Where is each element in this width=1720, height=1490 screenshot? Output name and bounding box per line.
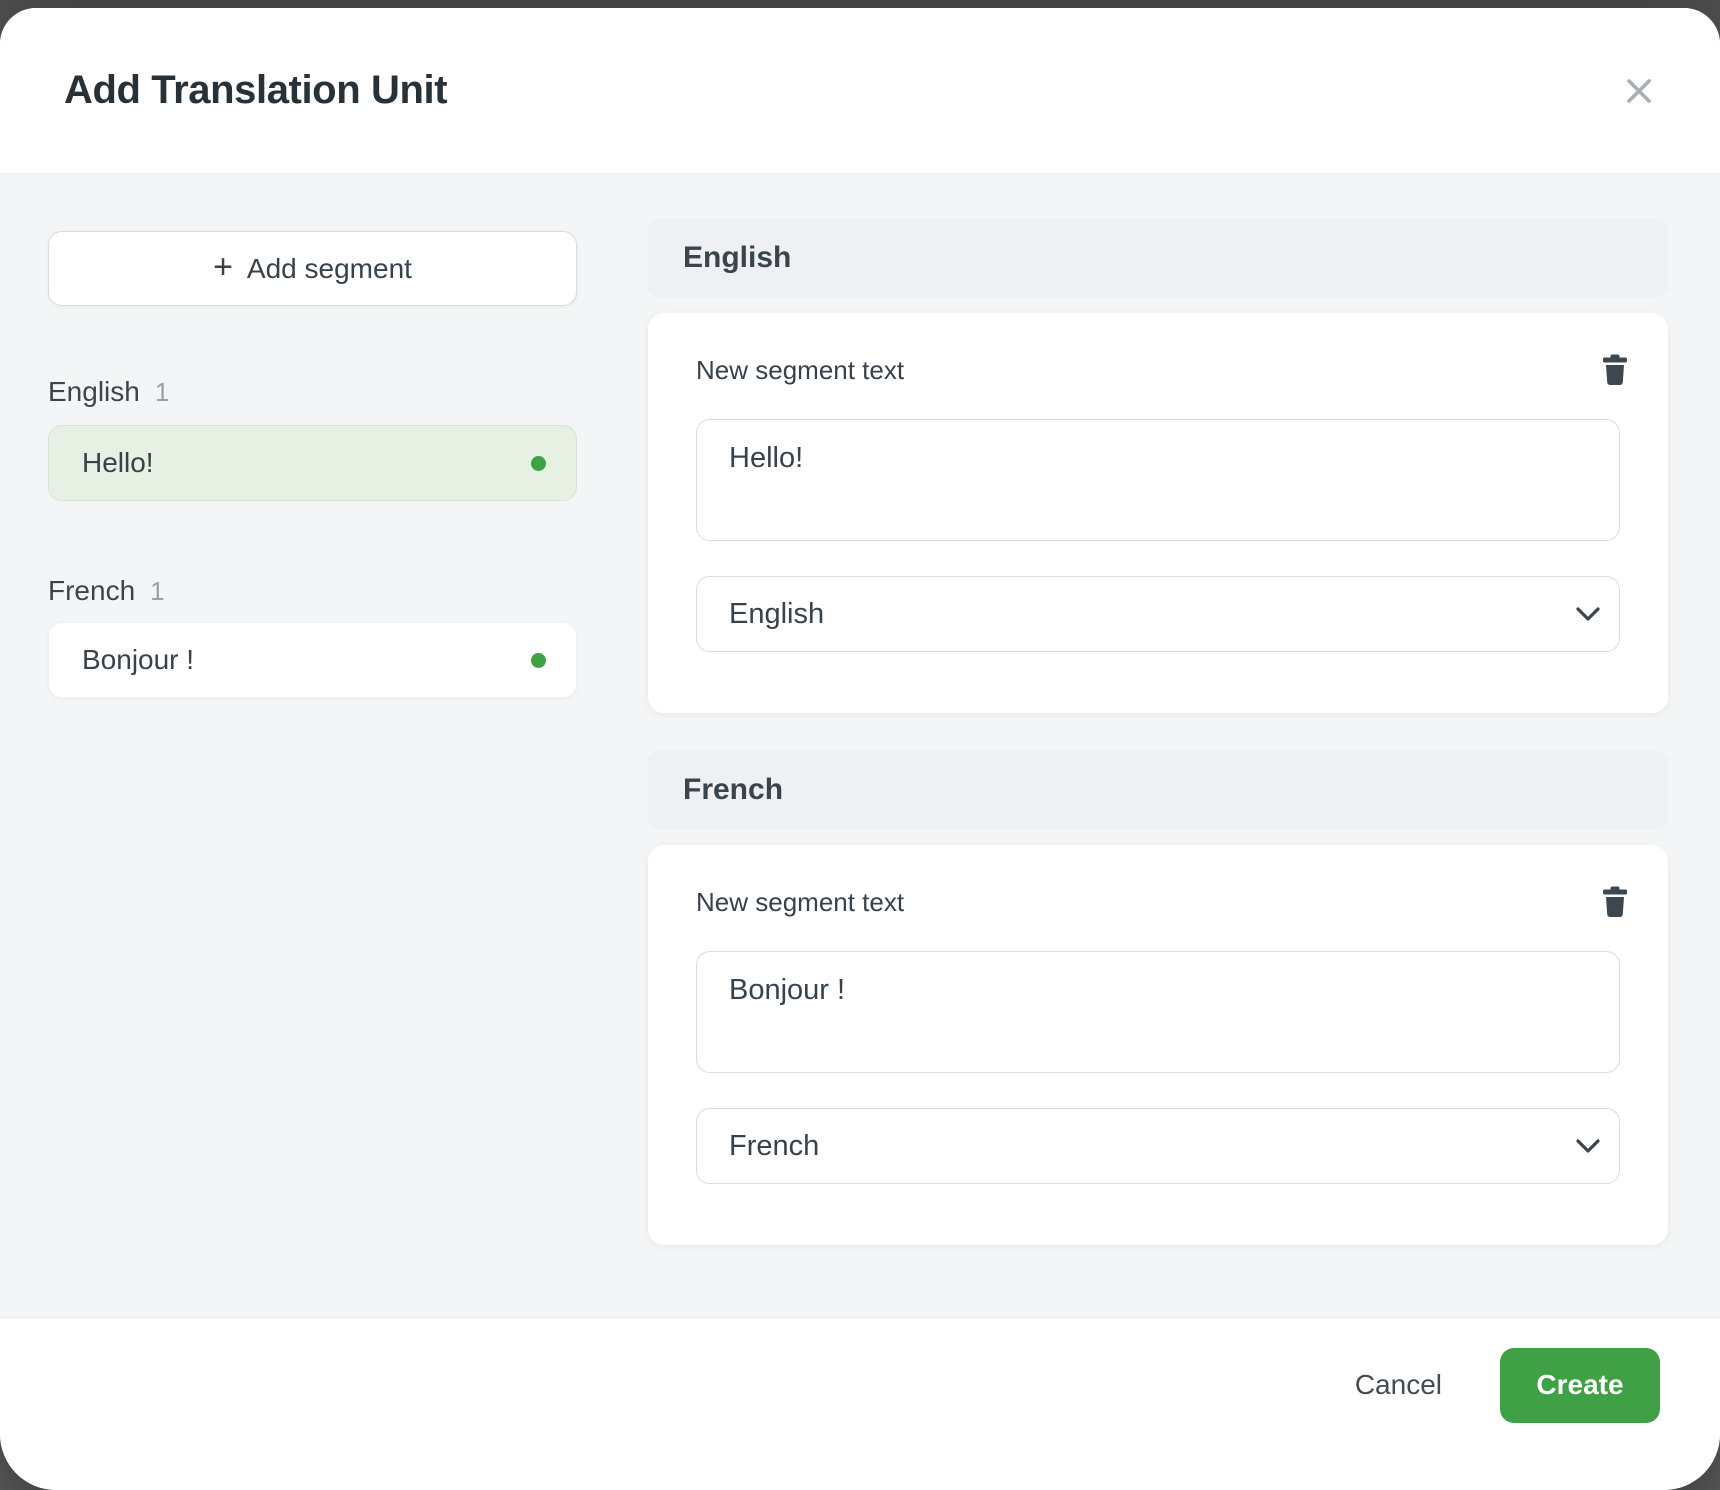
segment-text-label: New segment text — [696, 887, 904, 918]
status-dot-icon — [531, 456, 546, 471]
dialog-body: + Add segment English 1 Hello! French 1 … — [0, 173, 1720, 1318]
segment-text: Bonjour ! — [82, 644, 194, 676]
language-select[interactable]: French — [696, 1108, 1620, 1184]
add-segment-button[interactable]: + Add segment — [48, 231, 577, 306]
status-dot-icon — [531, 653, 546, 668]
segment-editor: English New segment text — [648, 219, 1668, 1317]
cancel-button[interactable]: Cancel — [1351, 1359, 1446, 1411]
language-group-label-french: French 1 — [48, 575, 577, 607]
delete-segment-button[interactable] — [1602, 886, 1628, 918]
section-heading-english: English — [648, 219, 1668, 297]
section-heading-text: English — [683, 241, 791, 275]
dialog-title: Add Translation Unit — [64, 68, 447, 113]
segment-text-input[interactable]: Hello! — [696, 419, 1620, 541]
create-button[interactable]: Create — [1500, 1348, 1660, 1423]
group-language-name: French — [48, 575, 135, 607]
section-heading-text: French — [683, 773, 783, 807]
plus-icon: + — [213, 250, 233, 284]
segment-text-label: New segment text — [696, 355, 904, 386]
field-label-row: New segment text — [696, 351, 1620, 389]
segments-sidebar: + Add segment English 1 Hello! French 1 … — [48, 231, 577, 1317]
delete-segment-button[interactable] — [1602, 354, 1628, 386]
group-language-name: English — [48, 376, 140, 408]
section-heading-french: French — [648, 751, 1668, 829]
screen-backdrop: { "modal": { "title": "Add Translation U… — [0, 0, 1720, 1490]
dialog-header: Add Translation Unit — [0, 8, 1720, 173]
add-segment-label: Add segment — [247, 253, 412, 285]
language-select-wrap: French — [696, 1108, 1620, 1184]
segment-form-english: New segment text Hello! — [648, 313, 1668, 713]
dialog-footer: Cancel Create — [0, 1318, 1720, 1490]
segment-form-french: New segment text Bonjour ! — [648, 845, 1668, 1245]
group-segment-count: 1 — [150, 576, 164, 607]
language-select[interactable]: English — [696, 576, 1620, 652]
trash-icon — [1602, 886, 1628, 918]
close-button[interactable] — [1616, 68, 1662, 114]
segment-text-input[interactable]: Bonjour ! — [696, 951, 1620, 1073]
segment-text: Hello! — [82, 447, 154, 479]
language-group-label-english: English 1 — [48, 376, 577, 408]
add-translation-unit-dialog: Add Translation Unit + Add segment Engli… — [0, 8, 1720, 1490]
segment-list-item-english[interactable]: Hello! — [48, 425, 577, 501]
language-select-wrap: English — [696, 576, 1620, 652]
close-icon — [1622, 74, 1656, 108]
trash-icon — [1602, 354, 1628, 386]
field-label-row: New segment text — [696, 883, 1620, 921]
group-segment-count: 1 — [155, 377, 169, 408]
segment-list-item-french[interactable]: Bonjour ! — [48, 622, 577, 698]
